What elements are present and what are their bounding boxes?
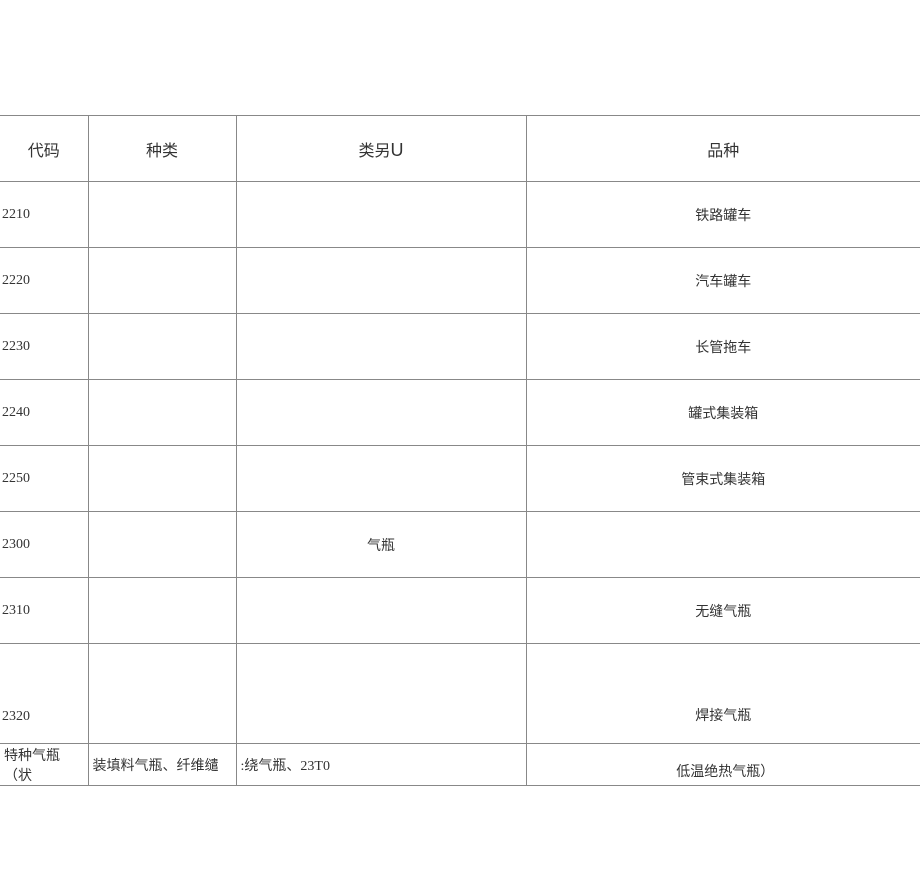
cell-code: 2240 [0,380,88,446]
table-footer-row: 特种气瓶（状 装填料气瓶、纤维缱 :绕气瓶、23T0 低温绝热气瓶） [0,744,920,786]
cell-kind [88,512,236,578]
table-row: 2320 焊接气瓶 [0,644,920,744]
header-category-prefix: 类另 [358,143,390,160]
cell-variety: 管束式集装箱 [526,446,920,512]
cell-kind [88,446,236,512]
footer-cell-4: 低温绝热气瓶） [526,744,920,786]
classification-table-container: 代码 种类 类另U 品种 2210 铁路罐车 2220 汽车罐车 [0,115,920,786]
table-row: 2250 管束式集装箱 [0,446,920,512]
table-header-row: 代码 种类 类另U 品种 [0,116,920,182]
cell-kind [88,314,236,380]
cell-category [236,644,526,744]
cell-variety: 长管拖车 [526,314,920,380]
table-row: 2310 无缝气瓶 [0,578,920,644]
cell-variety: 焊接气瓶 [526,644,920,744]
header-kind: 种类 [88,116,236,182]
table-row: 2240 罐式集装箱 [0,380,920,446]
table-row: 2210 铁路罐车 [0,182,920,248]
cell-variety: 罐式集装箱 [526,380,920,446]
cell-kind [88,644,236,744]
cell-category: 气瓶 [236,512,526,578]
table-row: 2220 汽车罐车 [0,248,920,314]
cell-variety [526,512,920,578]
cell-category [236,314,526,380]
cell-kind [88,248,236,314]
cell-category [236,446,526,512]
cell-variety: 汽车罐车 [526,248,920,314]
cell-category [236,248,526,314]
cell-category [236,380,526,446]
header-category-u: U [391,140,404,160]
cell-code: 2230 [0,314,88,380]
cell-code: 2220 [0,248,88,314]
cell-category [236,182,526,248]
cell-kind [88,578,236,644]
cell-category [236,578,526,644]
footer-cell-2: 装填料气瓶、纤维缱 [88,744,236,786]
header-variety: 品种 [526,116,920,182]
table-row: 2230 长管拖车 [0,314,920,380]
header-category: 类另U [236,116,526,182]
classification-table: 代码 种类 类另U 品种 2210 铁路罐车 2220 汽车罐车 [0,115,920,786]
cell-kind [88,182,236,248]
cell-variety: 无缝气瓶 [526,578,920,644]
cell-code: 2250 [0,446,88,512]
cell-variety: 铁路罐车 [526,182,920,248]
cell-code: 2210 [0,182,88,248]
cell-code: 2300 [0,512,88,578]
cell-kind [88,380,236,446]
table-row: 2300 气瓶 [0,512,920,578]
footer-cell-1: 特种气瓶（状 [0,744,88,786]
header-code: 代码 [0,116,88,182]
cell-code: 2310 [0,578,88,644]
cell-code: 2320 [0,644,88,744]
footer-cell-3: :绕气瓶、23T0 [236,744,526,786]
